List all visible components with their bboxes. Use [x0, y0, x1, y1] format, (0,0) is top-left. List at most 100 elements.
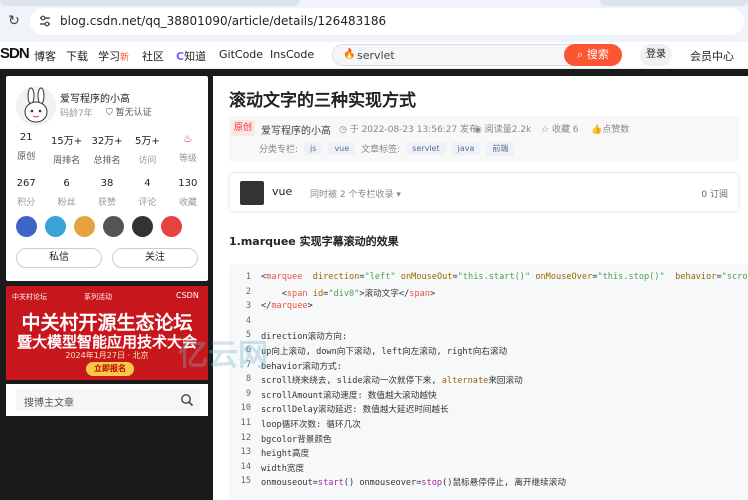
message-button[interactable]: 私信 — [16, 248, 102, 268]
article-tags-row: 分类专栏: js vue 文章标签: servlet java 前端 — [259, 141, 515, 156]
section-heading: 1.marquee 实现字幕滚动的效果 — [229, 235, 399, 248]
column-desc[interactable]: 同时被 2 个专栏收录 ▾ — [310, 187, 401, 200]
code-line: 10 scrollDelay滚动延迟: 数值越大延迟时间越长 — [240, 403, 449, 416]
stat-original[interactable]: 21 原创 — [6, 132, 46, 166]
stat-fans[interactable]: 6 粉丝 — [46, 178, 86, 208]
search-query: servlet — [357, 49, 395, 62]
nav-learn[interactable]: 学习新 — [98, 48, 129, 64]
level-icon: ♨ — [182, 132, 193, 145]
like-count[interactable]: 👍点赞数 — [591, 122, 629, 135]
verify-status-label: 暂无认证 — [115, 108, 152, 118]
article-title: 滚动文字的三种实现方式 — [229, 91, 416, 111]
banner-brand: CSDN — [176, 291, 199, 300]
banner-subtitle: 暨大模型智能应用技术大会 — [16, 333, 197, 351]
github-icon[interactable] — [132, 216, 153, 237]
search-icon: ⌕ — [577, 48, 587, 61]
login-button[interactable]: 登录 — [640, 44, 672, 66]
badge-icon[interactable] — [74, 216, 95, 237]
register-button[interactable]: 立即报名 — [86, 362, 134, 376]
article-tag[interactable]: servlet — [406, 142, 446, 155]
banner-org: 中关村论坛 — [12, 293, 47, 301]
column-tag[interactable]: js — [304, 142, 323, 155]
author-search-placeholder: 搜博主文章 — [24, 398, 74, 409]
badge-icon[interactable] — [45, 216, 66, 237]
publish-date-text: 于 2022-08-23 13:56:27 发布 — [349, 125, 479, 135]
stat-likes[interactable]: 38 获赞 — [87, 178, 127, 208]
browser-tab-2[interactable] — [600, 0, 748, 6]
code-line: 12 bgcolor背景颜色 — [240, 432, 332, 445]
site-nav: SDN 博客 下载 学习新 社区 C知道 GitCode InsCode 🔥 s… — [0, 42, 748, 69]
author-search-input[interactable]: 搜博主文章 — [16, 389, 200, 411]
badge-icon[interactable] — [16, 216, 37, 237]
stats-row-1: 21 原创 15万+ 周排名 32万+ 总排名 5万+ 访问 ♨ 等级 — [6, 132, 208, 166]
stat-num: 267 — [16, 178, 36, 189]
csdn-logo[interactable]: SDN — [0, 45, 30, 62]
follow-button[interactable]: 关注 — [112, 248, 198, 268]
eye-icon: ◉ — [474, 125, 485, 135]
code-line: 2 <span id="div0">滚动文字</span> — [245, 286, 436, 299]
clock-icon: ◷ — [339, 125, 350, 135]
column-tag[interactable]: vue — [328, 142, 356, 155]
nav-zhidao-label: 知道 — [184, 50, 207, 63]
search-button[interactable]: ⌕ 搜索 — [564, 44, 622, 66]
nav-gitcode[interactable]: GitCode — [219, 48, 263, 61]
author-search: 搜博主文章 — [6, 384, 208, 416]
stat-week-rank[interactable]: 15万+ 周排名 — [46, 132, 86, 166]
stat-label: 粉丝 — [57, 198, 76, 208]
code-line: 14 width宽度 — [240, 461, 305, 474]
code-line: 9 scrollAmount滚动速度: 数值越大滚动越快 — [245, 388, 437, 401]
address-bar[interactable]: blog.csdn.net/qq_38801090/article/detail… — [30, 8, 744, 35]
avatar[interactable] — [16, 86, 56, 126]
like-count-text: 点赞数 — [602, 125, 630, 135]
stat-num: 15万+ — [51, 136, 83, 147]
code-block: 1 <marquee direction="left" onMouseOut="t… — [229, 264, 748, 500]
nav-download[interactable]: 下载 — [66, 48, 88, 64]
stat-label: 收藏 — [178, 198, 197, 208]
stat-favorites[interactable]: 130 收藏 — [168, 178, 208, 208]
stat-points[interactable]: 267 积分 — [6, 178, 46, 208]
stat-label: 获赞 — [98, 198, 117, 208]
stat-label: 等级 — [178, 154, 197, 164]
column-name: vue — [272, 185, 293, 198]
stat-label: 访问 — [138, 156, 157, 166]
column-thumbnail — [240, 181, 264, 205]
stat-label: 评论 — [138, 198, 157, 208]
author-name[interactable]: 爱写程序的小高 — [60, 90, 130, 105]
column-desc-text: 同时被 2 个专栏收录 — [310, 190, 394, 200]
stat-num: 32万+ — [91, 136, 123, 147]
badge-icon[interactable] — [161, 216, 182, 237]
code-line: 15 onmouseout=start() onmouseover=stop()鼠… — [240, 476, 566, 489]
meta-author[interactable]: 爱写程序的小高 — [261, 122, 331, 137]
column-subs[interactable]: 0 订阅 — [701, 187, 728, 200]
search-icon[interactable] — [180, 393, 194, 407]
banner-series: 系列活动 — [84, 293, 112, 301]
badge-icon[interactable] — [103, 216, 124, 237]
tags-label: 文章标签: — [361, 145, 401, 155]
stat-total-rank[interactable]: 32万+ 总排名 — [87, 132, 127, 166]
search-button-label: 搜索 — [586, 48, 609, 61]
refresh-icon[interactable]: ↻ — [6, 13, 22, 29]
column-card[interactable]: vue 同时被 2 个专栏收录 ▾ 0 订阅 — [229, 172, 739, 212]
nav-blog[interactable]: 博客 — [34, 48, 56, 64]
read-count-text: 阅读量2.2k — [484, 125, 532, 135]
article-meta: 原创 爱写程序的小高 ◷ 于 2022-08-23 13:56:27 发布 ◉ … — [229, 116, 739, 162]
member-center[interactable]: 会员中心 — [690, 48, 734, 64]
nav-community[interactable]: 社区 — [142, 48, 164, 64]
read-count: ◉ 阅读量2.2k — [474, 122, 531, 135]
stat-num: 4 — [144, 178, 151, 189]
article-tag[interactable]: java — [451, 142, 481, 155]
stat-visits[interactable]: 5万+ 访问 — [127, 132, 167, 166]
nav-zhidao[interactable]: C知道 — [176, 48, 206, 64]
favorite-count[interactable]: ☆ 收藏 6 — [541, 122, 579, 135]
stat-level[interactable]: ♨ 等级 — [168, 132, 208, 166]
browser-tab[interactable] — [0, 0, 300, 6]
nav-inscode[interactable]: InsCode — [270, 48, 314, 61]
article-tag[interactable]: 前端 — [486, 141, 515, 156]
stat-comments[interactable]: 4 评论 — [127, 178, 167, 208]
original-badge: 原创 — [231, 120, 255, 136]
code-line: 13 height高度 — [240, 447, 310, 460]
code-line: 3 </marquee> — [245, 301, 313, 312]
nav-learn-label: 学习 — [98, 50, 120, 63]
site-info-icon[interactable] — [38, 14, 52, 28]
code-line: 8 scroll绕来绕去, slide滚动一次就停下来, alternate来回滚… — [245, 374, 523, 387]
